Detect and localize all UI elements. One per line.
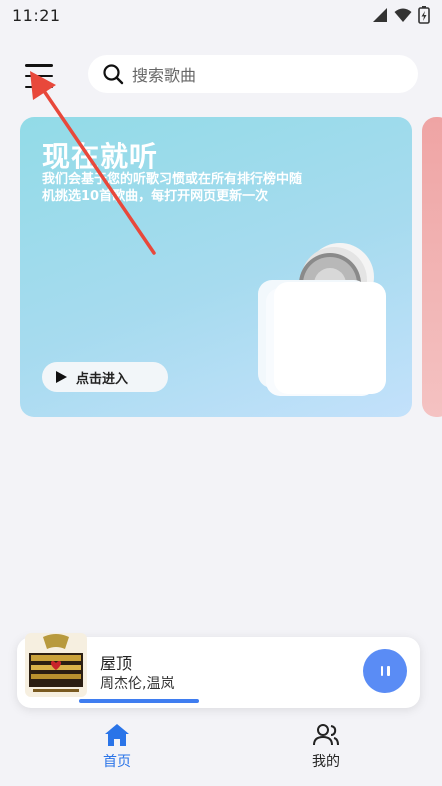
signal-icon [373,8,387,22]
bottom-tab-bar: 首页 我的 [0,715,442,786]
progress-bar[interactable] [79,699,297,703]
pause-icon-bar [387,666,390,676]
song-artist: 周杰伦,温岚 [100,676,175,692]
mini-player[interactable]: 屋顶 周杰伦,温岚 [17,633,420,708]
status-icons [372,6,430,24]
status-time: 11:21 [12,5,61,25]
hamburger-menu-icon-line [25,74,53,78]
banner-description: 我们会基于您的听歌习惯或在所有排行榜中随机挑选10首歌曲，每打开网页更新一次 [42,172,303,204]
hamburger-menu-icon [25,64,53,67]
pause-button[interactable] [363,649,407,693]
tab-home-label: 首页 [103,754,131,770]
play-icon [56,371,67,383]
enter-button-label: 点击进入 [76,371,129,387]
battery-charging-icon [418,6,430,24]
search-placeholder: 搜索歌曲 [132,66,197,85]
banner-title: 现在就听 [42,140,159,173]
wifi-icon [394,8,412,22]
menu-button[interactable] [22,60,56,92]
next-banner-peek[interactable] [422,117,442,417]
progress-fill [79,699,199,703]
home-icon [105,724,129,746]
tab-mine-label: 我的 [312,754,340,770]
status-bar: 11:21 [0,0,442,30]
search-icon [103,64,124,85]
song-title: 屋顶 [100,654,133,673]
search-bar[interactable]: 搜索歌曲 [88,55,418,93]
tab-home[interactable]: 首页 [77,723,157,771]
album-art [25,633,87,697]
album-stack-icon [258,243,386,396]
people-icon [313,724,339,746]
hamburger-menu-icon-line [25,85,53,88]
now-listening-banner[interactable]: 现在就听 我们会基于您的听歌习惯或在所有排行榜中随机挑选10首歌曲，每打开网页更… [20,117,412,417]
pause-icon [380,666,383,676]
enter-button[interactable]: 点击进入 [42,362,168,392]
tab-mine[interactable]: 我的 [286,723,366,771]
